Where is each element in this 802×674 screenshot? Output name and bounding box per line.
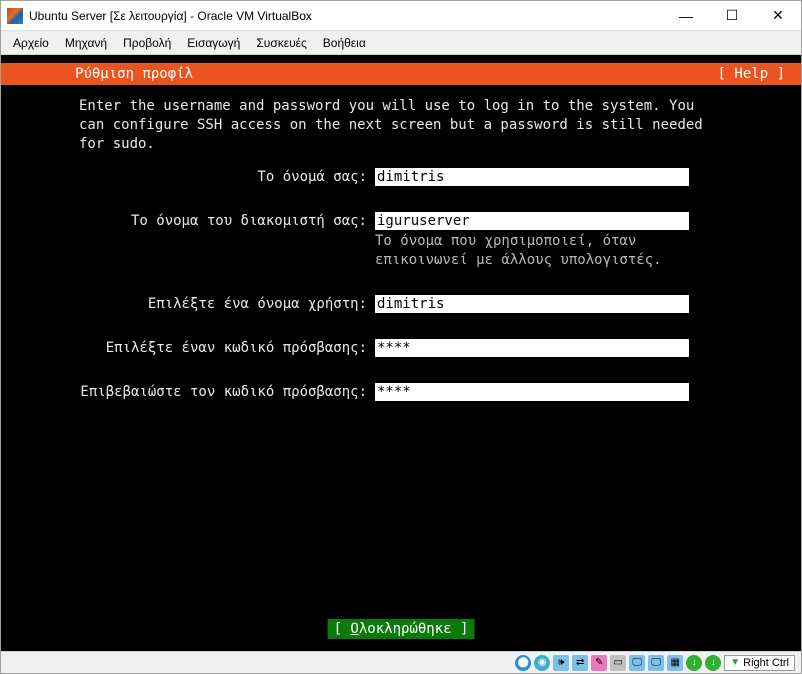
menubar: Αρχείο Μηχανή Προβολή Εισαγωγή Συσκευές …: [1, 31, 801, 55]
server-name-hint: Το όνομα που χρησιμοποιεί, όταν επικοινω…: [375, 232, 705, 270]
mouse-integration-icon[interactable]: ↓: [686, 655, 702, 671]
hard-disk-icon[interactable]: ⬤: [515, 655, 531, 671]
window-titlebar: Ubuntu Server [Σε λειτουργία] - Oracle V…: [1, 1, 801, 31]
installer-header-title: Ρύθμιση προφίλ: [75, 66, 193, 82]
window-title: Ubuntu Server [Σε λειτουργία] - Oracle V…: [29, 9, 663, 23]
host-key-indicator[interactable]: ▼ Right Ctrl: [724, 655, 795, 671]
done-button[interactable]: [ Ολοκληρώθηκε ]: [328, 619, 475, 639]
maximize-button[interactable]: ☐: [709, 1, 755, 31]
optical-disk-icon[interactable]: ◉: [534, 655, 550, 671]
your-name-input[interactable]: dimitris: [375, 168, 689, 186]
cpu-icon[interactable]: ▦: [667, 655, 683, 671]
menu-help[interactable]: Βοήθεια: [315, 33, 374, 53]
network-icon[interactable]: ⇄: [572, 655, 588, 671]
usb-icon[interactable]: ✎: [591, 655, 607, 671]
server-name-label: Το όνομα του διακομιστή σας:: [79, 212, 367, 286]
username-label: Επιλέξτε ένα όνομα χρήστη:: [79, 295, 367, 313]
vm-console[interactable]: Ρύθμιση προφίλ [ Help ] Enter the userna…: [1, 55, 801, 651]
shared-folders-icon[interactable]: ▭: [610, 655, 626, 671]
menu-devices[interactable]: Συσκευές: [248, 33, 314, 53]
confirm-password-label: Επιβεβαιώστε τον κωδικό πρόσβασης:: [79, 383, 367, 401]
window-controls: — ☐ ✕: [663, 1, 801, 31]
host-key-arrow-icon: ▼: [730, 657, 740, 668]
audio-icon[interactable]: 🕪: [553, 655, 569, 671]
host-key-label: Right Ctrl: [743, 657, 789, 669]
profile-form: Το όνομά σας: dimitris Το όνομα του διακ…: [1, 168, 801, 402]
server-name-input[interactable]: iguruserver: [375, 212, 689, 230]
menu-input[interactable]: Εισαγωγή: [179, 33, 248, 53]
your-name-label: Το όνομά σας:: [79, 168, 367, 186]
password-label: Επιλέξτε έναν κωδικό πρόσβασης:: [79, 339, 367, 357]
done-label-text: λοκληρώθηκε: [359, 621, 452, 637]
installer-header-bar: Ρύθμιση προφίλ [ Help ]: [1, 63, 801, 85]
help-button[interactable]: [ Help ]: [718, 66, 785, 82]
menu-view[interactable]: Προβολή: [115, 33, 179, 53]
minimize-button[interactable]: —: [663, 1, 709, 31]
menu-machine[interactable]: Μηχανή: [57, 33, 115, 53]
username-input[interactable]: dimitris: [375, 295, 689, 313]
confirm-password-input[interactable]: ****: [375, 383, 689, 401]
password-input[interactable]: ****: [375, 339, 689, 357]
recording-icon[interactable]: 🖵: [648, 655, 664, 671]
keyboard-captured-icon[interactable]: ↓: [705, 655, 721, 671]
close-button[interactable]: ✕: [755, 1, 801, 31]
vm-statusbar: ⬤ ◉ 🕪 ⇄ ✎ ▭ 🖵 🖵 ▦ ↓ ↓ ▼ Right Ctrl: [1, 651, 801, 673]
display-icon[interactable]: 🖵: [629, 655, 645, 671]
menu-file[interactable]: Αρχείο: [5, 33, 57, 53]
virtualbox-icon: [7, 8, 23, 24]
installer-instructions: Enter the username and password you will…: [1, 85, 715, 154]
